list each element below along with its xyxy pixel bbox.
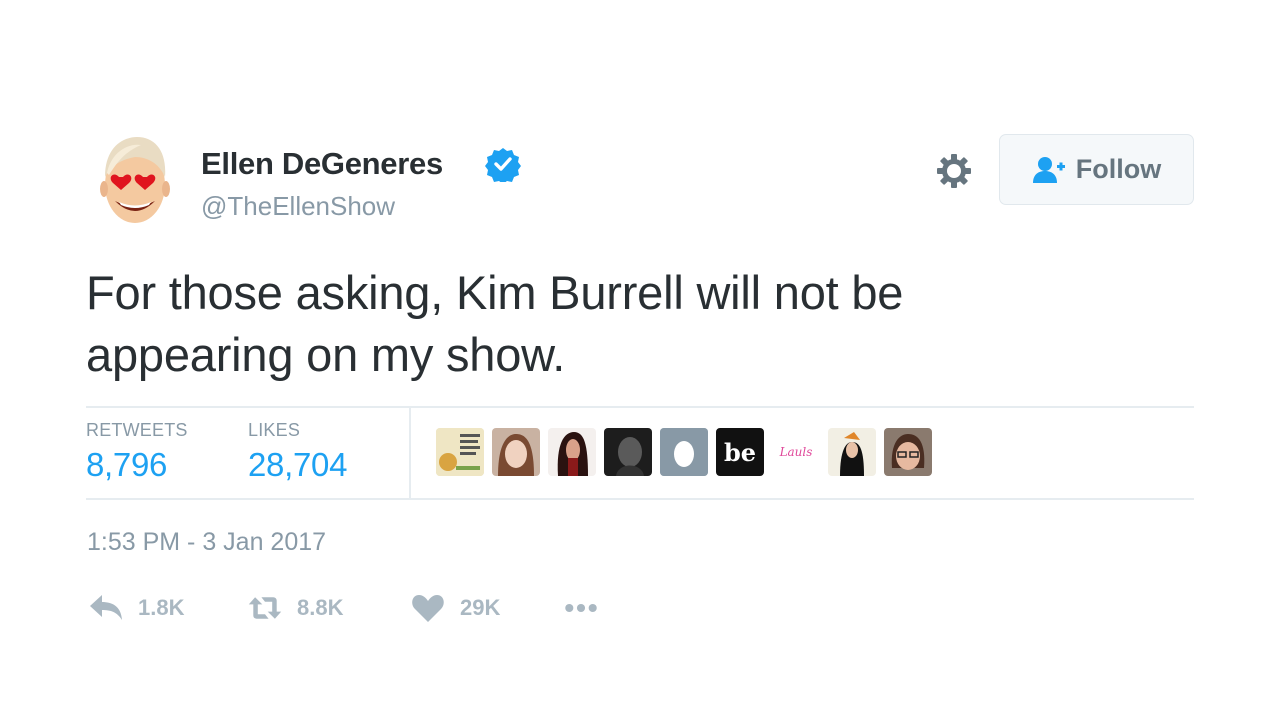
retweets-count[interactable]: 8,796 <box>86 446 167 484</box>
follow-button[interactable]: Follow <box>999 134 1194 205</box>
follow-user-icon <box>1032 156 1065 183</box>
display-name[interactable]: Ellen DeGeneres <box>201 146 443 182</box>
liker-avatar[interactable] <box>828 428 876 476</box>
retweet-button[interactable]: 8.8K <box>247 590 343 626</box>
more-options-button[interactable] <box>563 590 599 626</box>
retweet-icon <box>248 597 282 619</box>
egg-avatar-icon[interactable] <box>660 428 708 476</box>
retweet-count: 8.8K <box>297 595 344 620</box>
more-dots-icon <box>565 603 597 613</box>
reply-button[interactable]: 1.8K <box>88 590 184 626</box>
tweet-text: For those asking, Kim Burrell will not b… <box>86 262 1186 386</box>
verified-badge-icon <box>485 148 521 182</box>
like-count: 29K <box>460 595 501 620</box>
tweet-timestamp[interactable]: 1:53 PM - 3 Jan 2017 <box>87 528 326 557</box>
tweet-text-line: For those asking, Kim Burrell will not b… <box>86 266 904 319</box>
liker-avatar-text: be <box>723 437 757 467</box>
liker-avatar[interactable] <box>436 428 484 476</box>
liker-avatar-text: Lauls <box>779 445 813 459</box>
likes-label: LIKES <box>248 420 301 440</box>
liker-avatar[interactable]: Lauls <box>772 428 820 476</box>
liker-avatar[interactable] <box>604 428 652 476</box>
tweet-text-line: appearing on my show. <box>86 328 566 381</box>
reply-count: 1.8K <box>138 595 185 620</box>
user-handle[interactable]: @TheEllenShow <box>201 191 395 222</box>
like-button[interactable]: 29K <box>410 590 500 626</box>
stats-divider <box>409 407 411 498</box>
avatar[interactable] <box>97 133 173 229</box>
liker-avatar[interactable] <box>884 428 932 476</box>
reply-icon <box>90 595 122 620</box>
likes-count[interactable]: 28,704 <box>248 446 347 484</box>
follow-button-label: Follow <box>1075 154 1162 184</box>
tweet-card: Ellen DeGeneres @TheEllenShow Follow For… <box>0 0 1280 720</box>
gear-icon[interactable] <box>934 151 974 191</box>
liker-avatar[interactable] <box>492 428 540 476</box>
likers-avatar-row: be Lauls <box>436 428 932 476</box>
retweets-label: RETWEETS <box>86 420 188 440</box>
liker-avatar[interactable] <box>548 428 596 476</box>
liker-avatar[interactable]: be <box>716 428 764 476</box>
divider <box>86 406 1194 408</box>
divider <box>86 498 1194 500</box>
heart-icon <box>412 595 444 622</box>
